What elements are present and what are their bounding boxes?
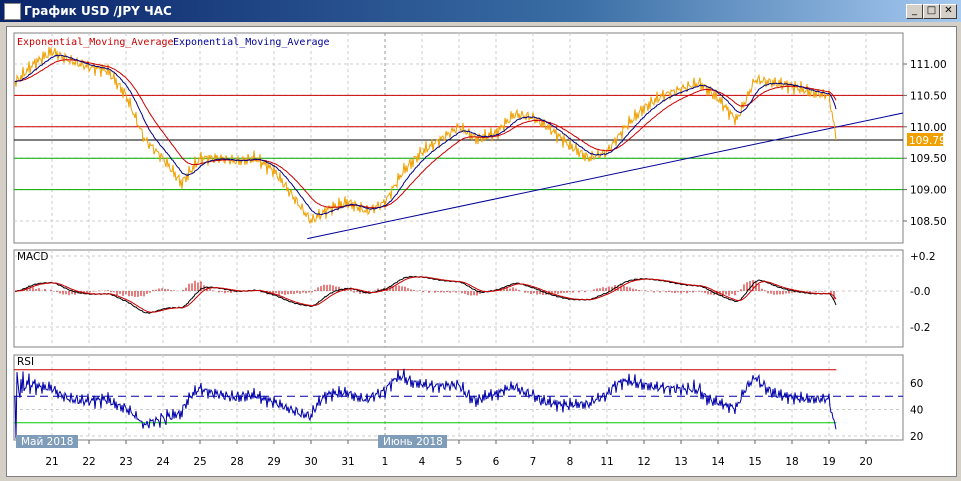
ema-fast-line	[14, 54, 837, 215]
x-tick-label: 30	[304, 456, 317, 468]
month-label: Июнь 2018	[383, 436, 443, 448]
x-tick-label: 19	[822, 456, 835, 468]
x-tick-label: 11	[600, 456, 613, 468]
x-tick-label: 29	[267, 456, 280, 468]
price-tick-label: 108.50	[910, 216, 947, 228]
x-tick-label: 22	[82, 456, 95, 468]
x-tick-label: 23	[119, 456, 132, 468]
current-price-label: 109.79	[909, 135, 946, 147]
x-tick-label: 12	[637, 456, 650, 468]
x-tick-label: 31	[341, 456, 354, 468]
month-label: Май 2018	[21, 436, 73, 448]
x-tick-label: 15	[748, 456, 761, 468]
macd-tick-label: -0.2	[910, 322, 931, 334]
price-tick-label: 109.50	[910, 153, 947, 165]
x-tick-label: 28	[230, 456, 243, 468]
x-tick-label: 24	[156, 456, 170, 468]
rsi-line	[14, 368, 837, 439]
x-tick-label: 20	[859, 456, 872, 468]
rsi-title: RSI	[17, 356, 34, 368]
x-tick-label: 14	[711, 456, 725, 468]
x-tick-label: 25	[193, 456, 206, 468]
x-tick-label: 8	[567, 456, 574, 468]
x-tick-label: 21	[45, 456, 58, 468]
ema-slow-line	[14, 59, 837, 209]
rsi-tick-label: 60	[910, 378, 923, 390]
rsi-tick-label: 20	[910, 431, 923, 443]
rsi-tick-label: 40	[910, 405, 923, 417]
price-tick-label: 109.00	[910, 185, 947, 197]
macd-tick-label: +0.2	[910, 251, 936, 263]
trend-line	[307, 112, 904, 240]
legend-item: Exponential_Moving_Average	[173, 37, 330, 48]
x-tick-label: 18	[785, 456, 798, 468]
macd-tick-label: -0.0	[910, 286, 931, 298]
macd-title: MACD	[17, 251, 48, 263]
legend-item: Exponential_Moving_Average	[17, 37, 174, 48]
x-tick-label: 4	[419, 456, 426, 468]
x-tick-label: 6	[493, 456, 500, 468]
x-tick-label: 7	[530, 456, 537, 468]
x-tick-label: 1	[382, 456, 389, 468]
price-tick-label: 110.50	[910, 90, 947, 102]
x-tick-label: 13	[674, 456, 687, 468]
x-tick-label: 5	[456, 456, 463, 468]
price-tick-label: 110.00	[910, 122, 947, 134]
chart-canvas[interactable]: 21 22 23 24 25 28 29 30 31 1 4 5 6 7 8 11 12 13 14 15 18 19 20…	[0, 0, 961, 481]
price-line	[14, 46, 837, 225]
price-tick-label: 111.00	[910, 59, 947, 71]
